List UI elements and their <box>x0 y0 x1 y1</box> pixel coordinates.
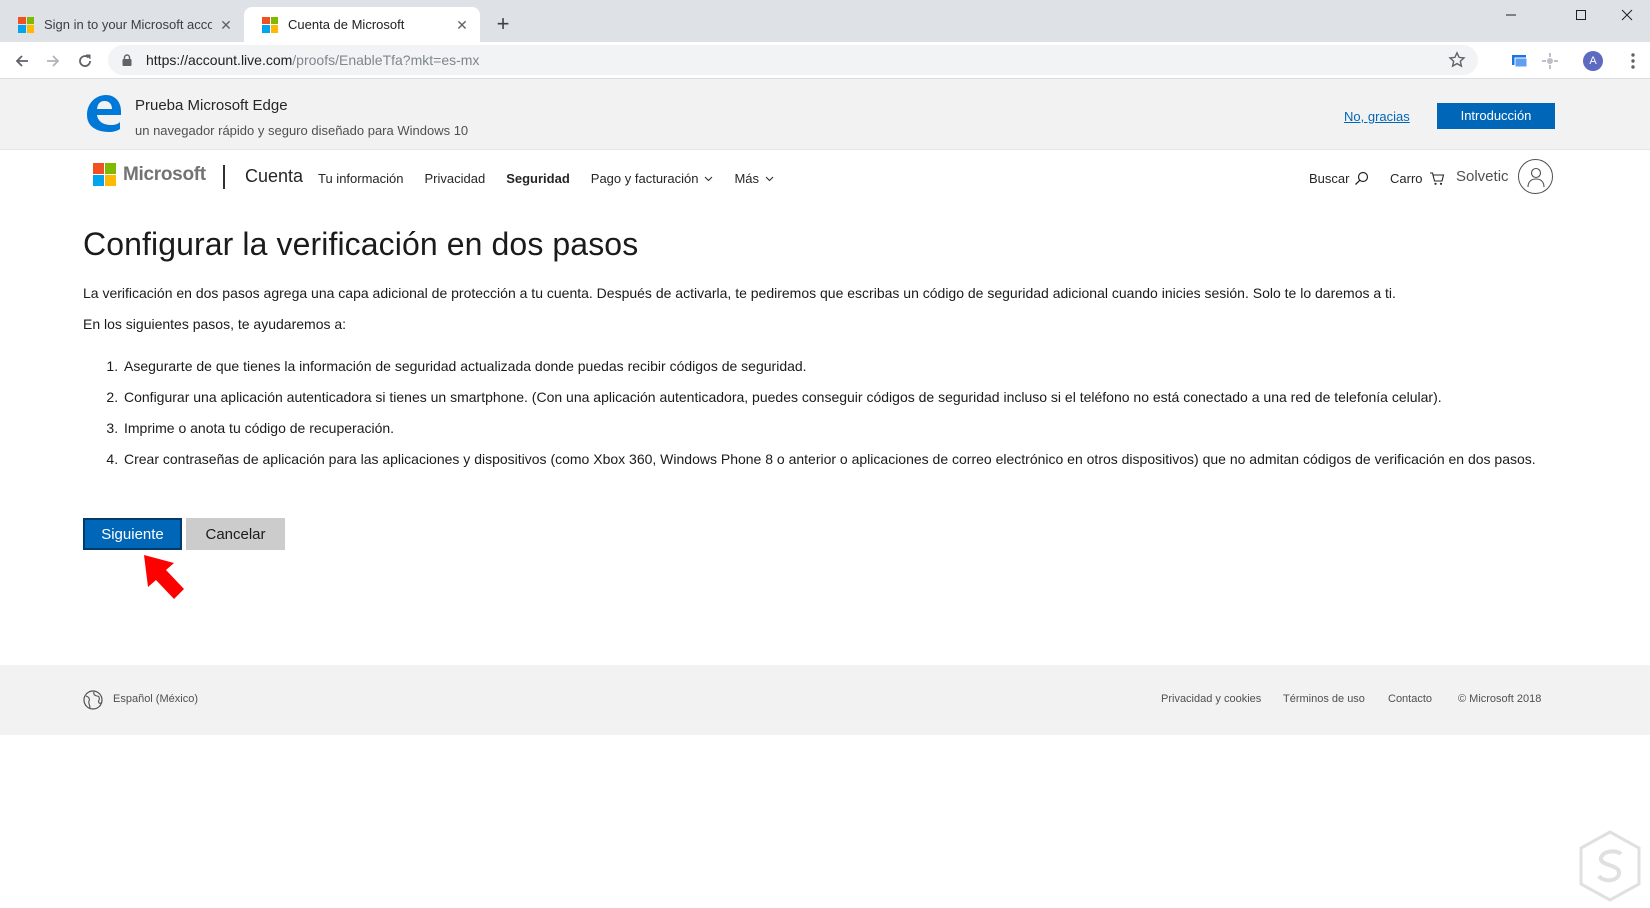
nav-pago-facturacion[interactable]: Pago y facturación <box>591 171 714 186</box>
search-icon <box>1355 171 1369 185</box>
more-vertical-icon <box>1631 53 1635 69</box>
reload-button[interactable] <box>73 49 97 73</box>
copyright: © Microsoft 2018 <box>1458 693 1542 705</box>
lead-text: En los siguientes pasos, te ayudaremos a… <box>83 316 347 332</box>
nav-label: Pago y facturación <box>590 171 699 186</box>
maximize-icon <box>1576 10 1586 20</box>
user-avatar-button[interactable] <box>1518 159 1553 194</box>
footer: Español (México) Privacidad y cookies Té… <box>0 665 1650 735</box>
search-label: Buscar <box>1309 171 1350 186</box>
main-nav: Tu información Privacidad Seguridad Pago… <box>318 171 795 186</box>
main-content: Configurar la verificación en dos pasos … <box>83 226 1563 480</box>
reload-icon <box>79 54 91 67</box>
promo-title: Prueba Microsoft Edge <box>135 97 288 114</box>
tab-sign-in[interactable]: Sign in to your Microsoft account ✕ <box>0 7 244 42</box>
user-icon <box>1526 167 1545 187</box>
tab-title: Sign in to your Microsoft account <box>44 17 212 32</box>
cart-icon <box>1429 172 1444 185</box>
list-item: Asegurarte de que tienes la información … <box>122 356 1563 376</box>
url-host: https://account.live.com <box>146 52 293 68</box>
section-title[interactable]: Cuenta <box>245 166 303 187</box>
action-buttons: Siguiente Cancelar <box>83 518 285 550</box>
header-divider <box>223 165 225 189</box>
back-button[interactable] <box>10 49 34 73</box>
bookmark-star-icon[interactable] <box>1448 51 1466 69</box>
footer-link-privacy[interactable]: Privacidad y cookies <box>1161 693 1261 705</box>
minimize-icon <box>1506 14 1516 16</box>
user-name[interactable]: Solvetic <box>1456 168 1509 185</box>
globe-icon <box>83 690 103 710</box>
lock-icon <box>122 54 132 66</box>
nav-seguridad[interactable]: Seguridad <box>506 171 570 186</box>
extension-icon <box>1512 55 1528 68</box>
minimize-button[interactable] <box>1488 0 1534 30</box>
cart-button[interactable]: Carro <box>1390 171 1445 186</box>
forward-button[interactable] <box>41 49 65 73</box>
search-button[interactable]: Buscar <box>1309 171 1369 186</box>
red-pointer-arrow-icon <box>144 555 184 599</box>
menu-button[interactable] <box>1622 50 1644 72</box>
extension-button[interactable] <box>1539 50 1561 72</box>
cart-label: Carro <box>1390 171 1423 186</box>
back-arrow-icon <box>15 55 28 67</box>
nav-tu-informacion[interactable]: Tu información <box>318 171 404 186</box>
chevron-down-icon <box>705 176 713 182</box>
tab-title: Cuenta de Microsoft <box>288 17 405 32</box>
nav-privacidad[interactable]: Privacidad <box>425 171 486 186</box>
edge-promo-banner: Prueba Microsoft Edge un navegador rápid… <box>0 79 1650 150</box>
footer-link-terms[interactable]: Términos de uso <box>1283 693 1365 705</box>
forward-arrow-icon <box>47 55 60 67</box>
list-item: Imprime o anota tu código de recuperació… <box>122 418 1563 438</box>
no-thanks-link[interactable]: No, gracias <box>1344 109 1410 124</box>
microsoft-logo[interactable]: Microsoft <box>93 163 206 186</box>
avatar: A <box>1583 51 1603 71</box>
maximize-button[interactable] <box>1558 0 1604 30</box>
nav-label: Tu información <box>318 171 404 186</box>
steps-list: Asegurarte de que tienes la información … <box>122 356 1563 469</box>
url-text: https://account.live.com/proofs/EnableTf… <box>146 52 479 68</box>
chevron-down-icon <box>765 176 774 182</box>
microsoft-logo-icon <box>262 16 278 33</box>
list-item: Configurar una aplicación autenticadora … <box>122 387 1563 407</box>
nav-label: Privacidad <box>424 171 486 186</box>
nav-mas[interactable]: Más <box>734 171 774 186</box>
page-title: Configurar la verificación en dos pasos <box>83 226 639 262</box>
introduction-button[interactable]: Introducción <box>1437 103 1555 129</box>
browser-toolbar: https://account.live.com/proofs/EnableTf… <box>0 42 1650 79</box>
close-icon[interactable]: ✕ <box>218 17 234 33</box>
list-item: Crear contraseñas de aplicación para las… <box>122 449 1563 469</box>
new-tab-button[interactable]: + <box>490 12 516 38</box>
footer-link-contact[interactable]: Contacto <box>1388 693 1432 705</box>
promo-subtitle: un navegador rápido y seguro diseñado pa… <box>135 123 469 138</box>
nav-label: Más <box>734 171 760 186</box>
locale-selector[interactable]: Español (México) <box>113 693 198 705</box>
browser-tab-strip: Sign in to your Microsoft account ✕ Cuen… <box>0 0 1650 42</box>
close-icon[interactable]: ✕ <box>454 17 470 33</box>
extension-button[interactable] <box>1509 50 1531 72</box>
profile-button[interactable]: A <box>1582 50 1604 72</box>
edge-logo-icon <box>87 95 121 132</box>
nav-label: Seguridad <box>506 171 570 186</box>
extension-icon <box>1542 53 1558 69</box>
intro-text: La verificación en dos pasos agrega una … <box>83 285 1396 301</box>
next-button[interactable]: Siguiente <box>83 518 182 550</box>
brand-name: Microsoft <box>123 163 206 185</box>
tab-cuenta[interactable]: Cuenta de Microsoft ✕ <box>244 7 480 42</box>
site-header: Microsoft Cuenta Tu información Privacid… <box>0 150 1650 202</box>
microsoft-logo-icon <box>93 163 116 186</box>
microsoft-logo-icon <box>18 16 34 33</box>
cancel-button[interactable]: Cancelar <box>186 518 285 550</box>
url-path: /proofs/EnableTfa?mkt=es-mx <box>292 52 480 68</box>
close-window-button[interactable] <box>1604 0 1650 30</box>
address-bar[interactable]: https://account.live.com/proofs/EnableTf… <box>108 45 1478 75</box>
close-icon <box>1621 9 1633 21</box>
solvetic-watermark-logo <box>1579 830 1641 902</box>
